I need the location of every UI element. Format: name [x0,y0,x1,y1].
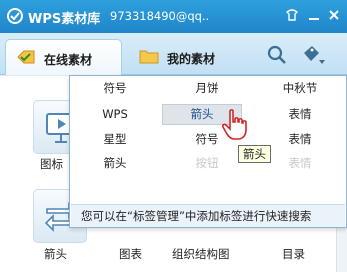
tab-bar: 在线素材 我的素材 [0,33,347,75]
tile-label: 图标 [40,157,63,171]
tile-label: 箭头 [44,247,67,261]
tag-hint: 您可以在“标签管理”中添加标签进行快速搜索 [71,204,345,227]
tag-item[interactable]: 表情 [264,129,336,150]
account-label[interactable]: 973318490@qq.. [110,9,209,23]
tag-item[interactable]: 中秋节 [264,78,336,99]
search-icon[interactable] [267,45,287,65]
tab-my-materials[interactable]: 我的素材 [129,39,246,75]
tag-menu: 符号 月饼 中秋节 WPS 箭头 表情 星型 符号 表情 箭头 按钮 表情 您可… [69,75,347,228]
tooltip: 箭头 [238,145,271,163]
tag-icon[interactable] [302,45,326,67]
hand-cursor-icon [222,109,247,140]
tile-label[interactable]: 组织结构图 [172,246,230,262]
tag-item[interactable]: 符号 [79,78,151,99]
tab-online-materials[interactable]: 在线素材 [5,39,122,75]
wps-logo-icon [7,8,23,24]
tab-label: 我的素材 [167,52,216,66]
tag-item[interactable]: 月饼 [171,78,243,99]
tab-label: 在线素材 [44,53,93,67]
skin-icon[interactable] [284,7,300,23]
folder-icon [139,50,159,64]
tag-item[interactable]: 箭头 [79,153,151,174]
tag-item[interactable]: WPS [79,104,151,125]
app-title: WPS素材库 [28,12,101,27]
title-bar: WPS素材库 973318490@qq.. [0,0,347,33]
close-icon[interactable] [326,7,342,23]
checkmark-tag-icon [17,50,35,64]
tag-item[interactable]: 表情 [264,104,336,125]
minimize-icon[interactable] [306,7,322,23]
tile-label[interactable]: 目录 [282,246,305,262]
tag-item[interactable]: 星型 [79,129,151,150]
tag-item[interactable]: 按钮 [171,153,243,174]
tile-label[interactable]: 图表 [119,246,142,262]
tag-item[interactable]: 表情 [264,153,336,174]
